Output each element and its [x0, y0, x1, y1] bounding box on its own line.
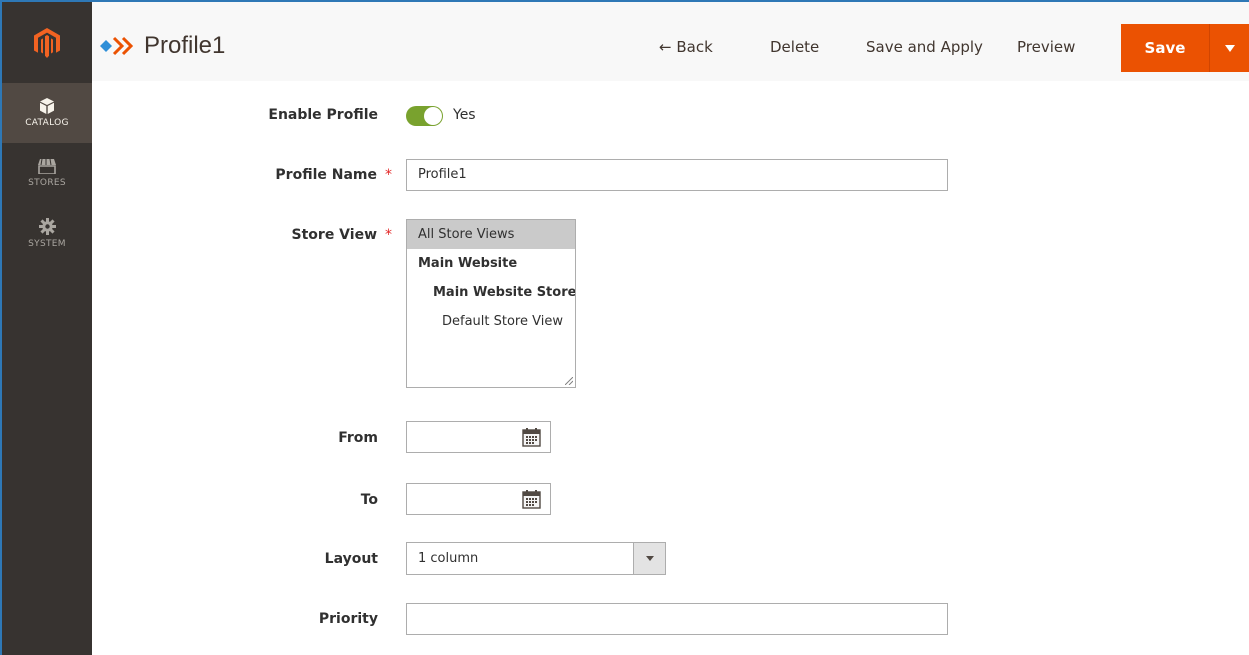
profile-name-label: Profile Name * [275, 167, 392, 183]
sidebar-item-system[interactable]: SYSTEM [2, 203, 92, 263]
sidebar-item-label: CATALOG [25, 118, 69, 128]
calendar-icon[interactable] [522, 428, 541, 447]
layout-select-arrow[interactable] [633, 543, 665, 574]
from-label: From [338, 430, 378, 446]
save-and-apply-button[interactable]: Save and Apply [866, 38, 983, 56]
page-title: Profile1 [100, 32, 225, 60]
delete-button[interactable]: Delete [770, 38, 819, 56]
enable-profile-label: Enable Profile [268, 107, 378, 123]
store-view-option-default[interactable]: Default Store View [407, 307, 575, 336]
save-options-toggle[interactable] [1209, 24, 1249, 72]
magento-logo[interactable] [2, 2, 92, 83]
to-label: To [360, 492, 378, 508]
preview-button[interactable]: Preview [1017, 38, 1075, 56]
calendar-icon[interactable] [522, 490, 541, 509]
store-view-option-all[interactable]: All Store Views [407, 220, 575, 249]
sidebar-item-label: SYSTEM [28, 238, 66, 249]
profile-brand-icon [100, 36, 134, 56]
save-button-group: Save [1121, 24, 1249, 72]
layout-label: Layout [324, 551, 378, 567]
gear-icon [38, 217, 56, 235]
magento-logo-icon [34, 27, 60, 58]
sidebar-item-label: STORES [28, 177, 66, 188]
required-marker: * [385, 167, 392, 183]
required-marker: * [385, 227, 392, 243]
cube-icon [40, 98, 54, 114]
caret-down-icon [1224, 44, 1235, 52]
store-view-option-main-website[interactable]: Main Website [407, 249, 575, 278]
profile-name-label-text: Profile Name [275, 167, 377, 183]
to-date-input[interactable] [406, 483, 551, 515]
store-view-label-text: Store View [291, 227, 377, 243]
from-date-input[interactable] [406, 421, 551, 453]
profile-name-input[interactable]: Profile1 [406, 159, 948, 191]
back-button[interactable]: ← Back [659, 38, 713, 56]
page-header: Profile1 ← Back Delete Save and Apply Pr… [92, 2, 1249, 81]
layout-select-value: 1 column [418, 551, 479, 566]
store-view-label: Store View * [292, 227, 392, 243]
priority-input[interactable] [406, 603, 948, 635]
save-button[interactable]: Save [1121, 24, 1209, 72]
store-icon [38, 158, 56, 174]
sidebar-item-catalog[interactable]: CATALOG [2, 83, 92, 143]
resize-grip-icon[interactable] [565, 377, 573, 385]
enable-profile-toggle[interactable] [406, 106, 443, 126]
sidebar-item-stores[interactable]: STORES [2, 143, 92, 203]
enable-profile-value: Yes [453, 107, 476, 123]
admin-sidebar: CATALOG STORES SYSTEM [2, 2, 92, 655]
store-view-multiselect[interactable]: All Store Views Main Website Main Websit… [406, 219, 576, 388]
store-view-option-main-website-store[interactable]: Main Website Store [407, 278, 575, 307]
page-title-text: Profile1 [144, 32, 226, 59]
priority-label: Priority [318, 611, 378, 627]
layout-select[interactable]: 1 column [406, 542, 666, 575]
toggle-knob [424, 107, 442, 125]
caret-down-icon [645, 556, 654, 561]
